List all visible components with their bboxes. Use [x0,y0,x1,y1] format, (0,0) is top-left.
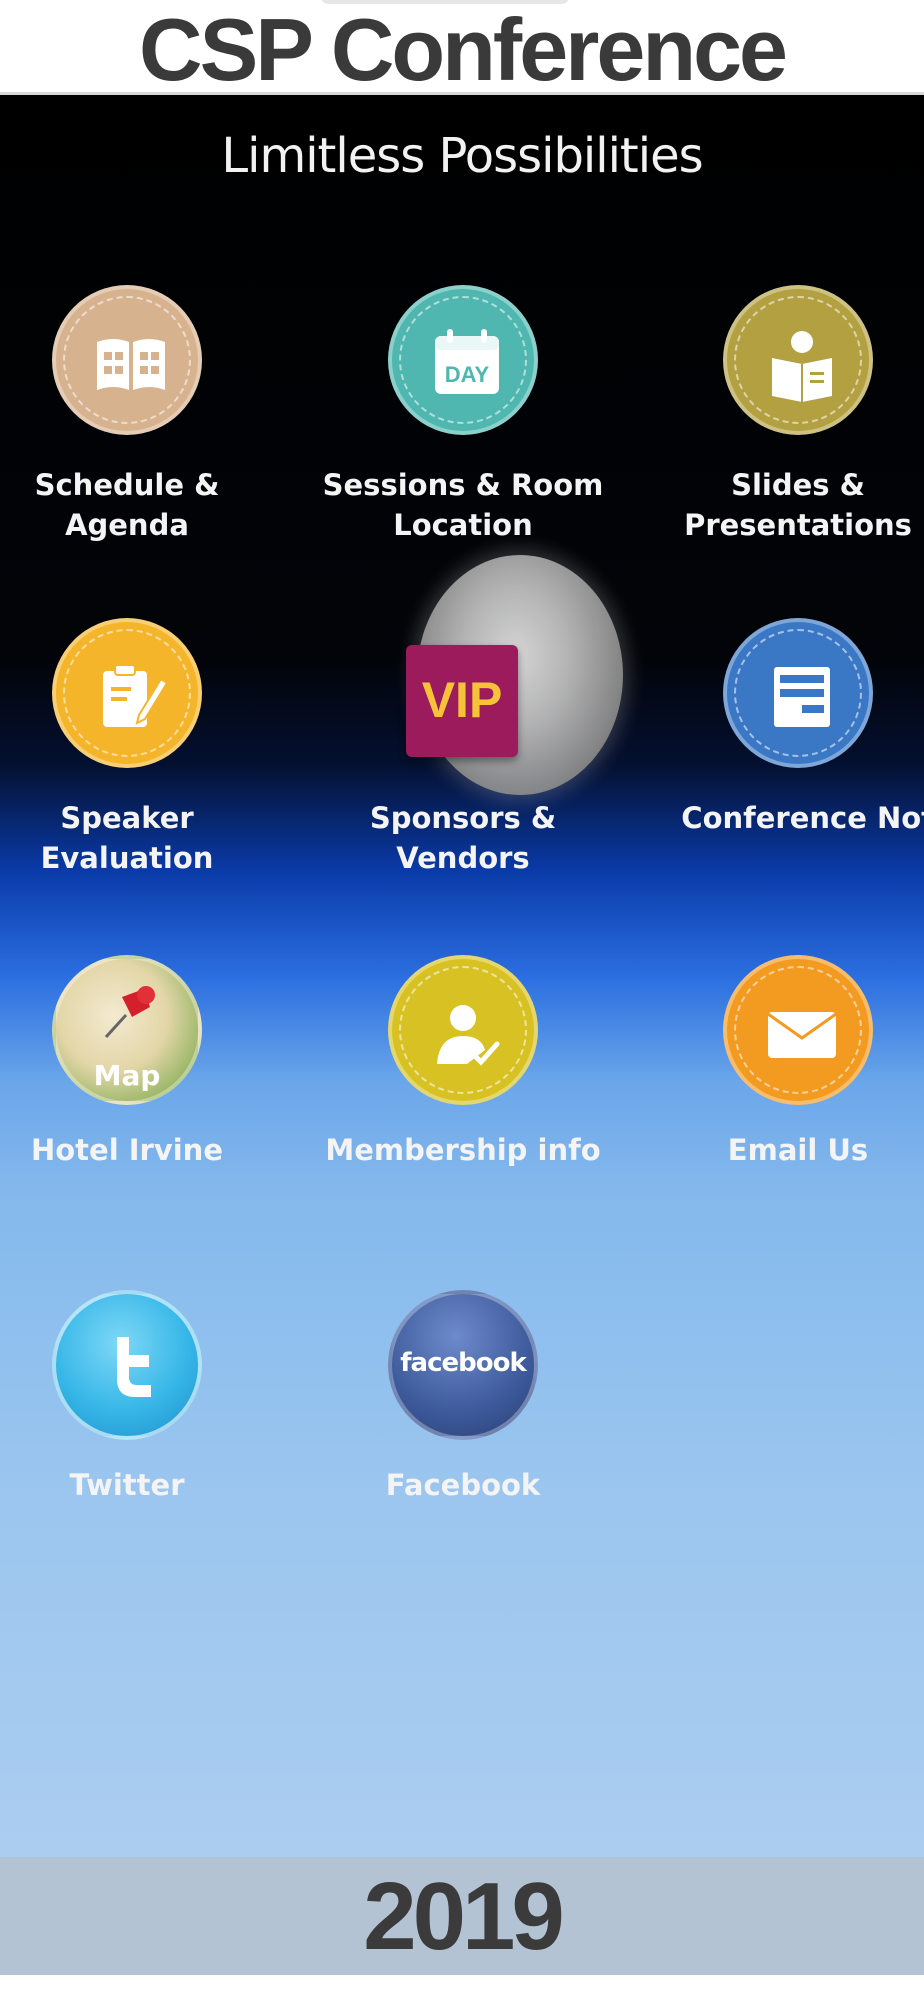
app-header: CSP Conference [0,0,924,99]
tile-label-line1: Conference Note [681,801,924,835]
slides-circle [723,285,873,435]
reading-person-icon [772,331,832,402]
book-icon [97,339,165,390]
tile-label-line2: Evaluation [40,841,214,875]
tile-label-line1: Membership info [325,1133,601,1167]
tile-conference-notes[interactable]: Conference Note [633,618,924,838]
page-title: CSP Conference [139,0,788,99]
member-icon [437,1005,500,1066]
vip-text: VIP [421,672,503,728]
tile-label-line2: Presentations [684,508,912,542]
evaluation-circle [52,618,202,768]
tile-facebook[interactable]: facebook Facebook [298,1290,628,1510]
twitter-circle [52,1290,202,1440]
vip-badge-icon: VIP [406,645,518,757]
membership-circle [388,955,538,1105]
tile-speaker-evaluation[interactable]: Speaker Evaluation [0,618,292,878]
tile-label-line1: Sponsors & [369,801,557,835]
tile-label-line2: Agenda [65,508,189,542]
map-pin-icon [104,986,155,1039]
map-circle: Map [52,955,202,1105]
tile-label-line1: Slides & [731,468,865,502]
subtitle: Limitless Possibilities [221,128,703,184]
tile-label-line2: Vendors [396,841,530,875]
tile-label-line1: Facebook [385,1468,541,1502]
tile-sponsors-vendors[interactable]: VIP Sponsors & Vendors [298,618,628,878]
footer-year: 2019 [363,1863,565,1970]
tile-label-line1: Speaker [60,801,194,835]
tile-hotel-irvine[interactable]: Map Hotel Irvine [0,955,292,1175]
sessions-circle: DAY [388,285,538,435]
tile-email-us[interactable]: Email Us [633,955,924,1175]
tile-membership-info[interactable]: Membership info [298,955,628,1175]
tile-label-line1: Hotel Irvine [30,1133,223,1167]
tile-label-line1: Email Us [727,1133,869,1167]
tile-slides-presentations[interactable]: Slides & Presentations [633,285,924,545]
notes-circle [723,618,873,768]
bottom-strip [0,1975,924,2000]
tile-schedule-agenda[interactable]: Schedule & Agenda [0,285,292,545]
tile-label-line1: Twitter [69,1468,185,1502]
tile-label-line1: Sessions & Room [322,468,604,502]
tile-sessions-room[interactable]: DAY Sessions & Room Location [298,285,628,545]
facebook-text: facebook [400,1348,527,1378]
tile-twitter[interactable]: Twitter [0,1290,292,1510]
email-circle [723,955,873,1105]
facebook-icon: facebook [388,1290,538,1440]
notes-icon [774,667,830,727]
map-text: Map [93,1059,161,1092]
tile-label-line1: Schedule & [34,468,220,502]
calendar-day-icon: DAY [435,329,499,394]
schedule-circle [52,285,202,435]
clipboard-pen-icon [103,664,169,727]
envelope-icon [767,1012,837,1058]
tile-label-line2: Location [393,508,533,542]
twitter-icon [117,1337,151,1397]
calendar-text: DAY [445,362,490,387]
